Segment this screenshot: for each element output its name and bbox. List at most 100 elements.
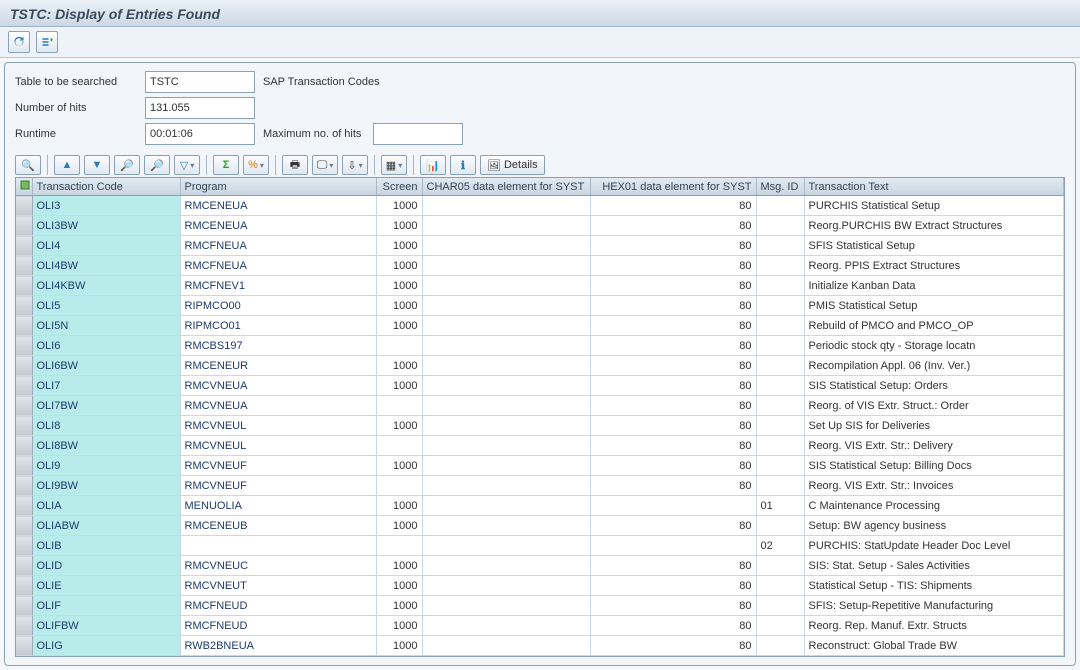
view-icon[interactable]: 🖵▾ (312, 155, 338, 175)
field-maxhits[interactable] (373, 123, 463, 145)
cell-screen: 1000 (376, 416, 422, 436)
table-row[interactable]: OLIABWRMCENEUB100080Setup: BW agency bus… (16, 516, 1064, 536)
row-selector[interactable] (16, 516, 32, 536)
refresh-icon[interactable] (8, 31, 30, 53)
table-row[interactable]: OLI8BWRMCVNEUL80Reorg. VIS Extr. Str.: D… (16, 436, 1064, 456)
table-row[interactable]: OLIDRMCVNEUC100080SIS: Stat. Setup - Sal… (16, 556, 1064, 576)
row-selector[interactable] (16, 216, 32, 236)
row-selector[interactable] (16, 276, 32, 296)
cell-ttext: Statistical Setup - TIS: Shipments (804, 576, 1064, 596)
row-selector[interactable] (16, 616, 32, 636)
table-row[interactable]: OLI6RMCBS19780Periodic stock qty - Stora… (16, 336, 1064, 356)
layout-icon[interactable]: ▦▾ (381, 155, 407, 175)
table-row[interactable]: OLI4RMCFNEUA100080SFIS Statistical Setup (16, 236, 1064, 256)
page-title: TSTC: Display of Entries Found (0, 0, 1080, 27)
chart-icon[interactable]: 📊 (420, 155, 446, 175)
cell-hex01: 80 (590, 256, 756, 276)
table-row[interactable]: OLI8RMCVNEUL100080Set Up SIS for Deliver… (16, 416, 1064, 436)
col-hex01[interactable]: HEX01 data element for SYST (590, 178, 756, 196)
cell-char05 (422, 476, 590, 496)
table-row[interactable]: OLI4BWRMCFNEUA100080Reorg. PPIS Extract … (16, 256, 1064, 276)
table-row[interactable]: OLI5RIPMCO00100080PMIS Statistical Setup (16, 296, 1064, 316)
alv-grid[interactable]: Transaction Code Program Screen CHAR05 d… (16, 178, 1064, 656)
row-selector[interactable] (16, 496, 32, 516)
table-row[interactable]: OLI6BWRMCENEUR100080Recompilation Appl. … (16, 356, 1064, 376)
table-row[interactable]: OLI3BWRMCENEUA100080Reorg.PURCHIS BW Ext… (16, 216, 1064, 236)
details-button[interactable]: 🖼Details (480, 155, 545, 175)
export-icon[interactable]: ⇩▾ (342, 155, 368, 175)
cell-hex01: 80 (590, 296, 756, 316)
table-row[interactable]: OLI9RMCVNEUF100080SIS Statistical Setup:… (16, 456, 1064, 476)
table-row[interactable]: OLIERMCVNEUT100080Statistical Setup - TI… (16, 576, 1064, 596)
cell-char05 (422, 576, 590, 596)
select-all-icon[interactable] (16, 178, 32, 196)
cell-hex01: 80 (590, 456, 756, 476)
table-row[interactable]: OLIFBWRMCFNEUD100080Reorg. Rep. Manuf. E… (16, 616, 1064, 636)
cell-tcode: OLIABW (32, 516, 180, 536)
table-row[interactable]: OLI3RMCENEUA100080PURCHIS Statistical Se… (16, 196, 1064, 216)
table-row[interactable]: OLIGRWB2BNEUA100080Reconstruct: Global T… (16, 636, 1064, 656)
row-selector[interactable] (16, 356, 32, 376)
table-row[interactable]: OLI7BWRMCVNEUA80Reorg. of VIS Extr. Stru… (16, 396, 1064, 416)
col-tcode[interactable]: Transaction Code (32, 178, 180, 196)
field-table[interactable]: TSTC (145, 71, 255, 93)
total-icon[interactable]: Σ (213, 155, 239, 175)
col-msgid[interactable]: Msg. ID (756, 178, 804, 196)
col-char05[interactable]: CHAR05 data element for SYST (422, 178, 590, 196)
details-icon[interactable]: 🔍 (15, 155, 41, 175)
row-selector[interactable] (16, 316, 32, 336)
table-row[interactable]: OLI7RMCVNEUA100080SIS Statistical Setup:… (16, 376, 1064, 396)
row-selector[interactable] (16, 196, 32, 216)
cell-msgid (756, 356, 804, 376)
print-icon[interactable]: 🖶 (282, 155, 308, 175)
table-row[interactable]: OLI4KBWRMCFNEV1100080Initialize Kanban D… (16, 276, 1064, 296)
row-selector[interactable] (16, 596, 32, 616)
cell-msgid (756, 236, 804, 256)
row-selector[interactable] (16, 376, 32, 396)
row-selector[interactable] (16, 296, 32, 316)
cell-screen (376, 476, 422, 496)
refresh-order-icon[interactable] (36, 31, 58, 53)
row-selector[interactable] (16, 456, 32, 476)
row-selector[interactable] (16, 396, 32, 416)
sort-asc-icon[interactable]: ▲ (54, 155, 80, 175)
row-selector[interactable] (16, 556, 32, 576)
info-icon[interactable]: ℹ (450, 155, 476, 175)
cell-char05 (422, 196, 590, 216)
table-row[interactable]: OLIFRMCFNEUD100080SFIS: Setup-Repetitive… (16, 596, 1064, 616)
find-icon[interactable]: 🔎 (114, 155, 140, 175)
table-row[interactable]: OLI9BWRMCVNEUF80Reorg. VIS Extr. Str.: I… (16, 476, 1064, 496)
row-selector[interactable] (16, 436, 32, 456)
col-ttext[interactable]: Transaction Text (804, 178, 1064, 196)
cell-msgid (756, 376, 804, 396)
row-selector[interactable] (16, 236, 32, 256)
cell-char05 (422, 396, 590, 416)
cell-program: RMCFNEUA (180, 256, 376, 276)
cell-msgid (756, 296, 804, 316)
cell-hex01: 80 (590, 336, 756, 356)
cell-screen: 1000 (376, 596, 422, 616)
row-selector[interactable] (16, 336, 32, 356)
cell-hex01: 80 (590, 436, 756, 456)
filter-icon[interactable]: ▽▾ (174, 155, 200, 175)
cell-tcode: OLI6BW (32, 356, 180, 376)
sort-desc-icon[interactable]: ▼ (84, 155, 110, 175)
row-selector[interactable] (16, 576, 32, 596)
table-row[interactable]: OLIAMENUOLIA100001C Maintenance Processi… (16, 496, 1064, 516)
col-program[interactable]: Program (180, 178, 376, 196)
table-row[interactable]: OLIB02PURCHIS: StatUpdate Header Doc Lev… (16, 536, 1064, 556)
cell-tcode: OLI6 (32, 336, 180, 356)
row-selector[interactable] (16, 536, 32, 556)
cell-msgid (756, 456, 804, 476)
col-screen[interactable]: Screen (376, 178, 422, 196)
cell-ttext: PMIS Statistical Setup (804, 296, 1064, 316)
row-selector[interactable] (16, 256, 32, 276)
row-selector[interactable] (16, 476, 32, 496)
subtotal-icon[interactable]: %▾ (243, 155, 269, 175)
table-row[interactable]: OLI5NRIPMCO01100080Rebuild of PMCO and P… (16, 316, 1064, 336)
cell-hex01: 80 (590, 636, 756, 656)
find-next-icon[interactable]: 🔎 (144, 155, 170, 175)
row-selector[interactable] (16, 416, 32, 436)
row-selector[interactable] (16, 636, 32, 656)
cell-msgid (756, 196, 804, 216)
